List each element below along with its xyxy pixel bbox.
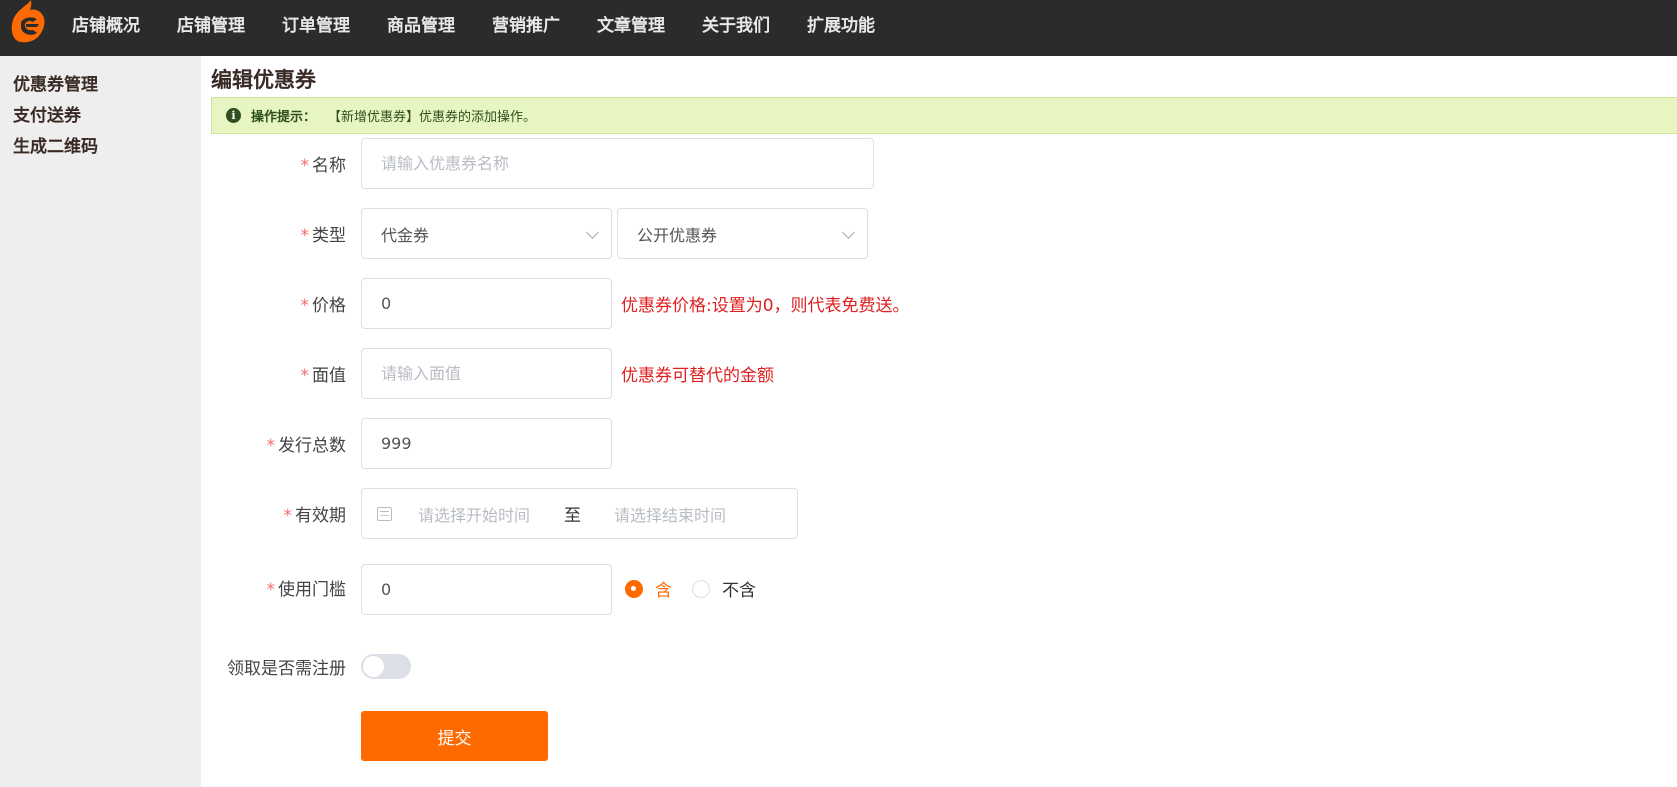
- price-label: * 价格: [300, 296, 347, 316]
- nav-item-product-management[interactable]: 商品管理: [387, 11, 455, 36]
- top-navbar: 店铺概况 店铺管理 订单管理 商品管理 营销推广 文章管理 关于我们 扩展功能: [0, 0, 1677, 56]
- nav-item-article-management[interactable]: 文章管理: [597, 11, 665, 36]
- date-range-separator: 至: [564, 506, 582, 526]
- total-label: * 发行总数: [266, 436, 347, 456]
- nav-item-about-us[interactable]: 关于我们: [702, 11, 770, 36]
- calendar-icon: [377, 506, 392, 521]
- start-date-input[interactable]: 请选择开始时间: [418, 502, 530, 526]
- validity-date-range[interactable]: 请选择开始时间 至 请选择结束时间: [361, 488, 798, 539]
- radio-include[interactable]: 含: [625, 576, 672, 601]
- radio-exclude-label: 不含: [722, 581, 756, 601]
- type-label: * 类型: [300, 226, 347, 246]
- switch-knob: [363, 656, 384, 677]
- coupon-visibility-value: 公开优惠券: [637, 225, 718, 245]
- radio-exclude[interactable]: 不含: [692, 576, 756, 601]
- info-icon: i: [226, 108, 241, 123]
- tip-label: 操作提示：: [251, 110, 317, 125]
- sidebar-item-coupon-management[interactable]: 优惠券管理: [13, 70, 98, 95]
- total-field[interactable]: [361, 418, 612, 469]
- face-value-hint: 优惠券可替代的金额: [621, 366, 774, 386]
- validity-label: * 有效期: [283, 506, 347, 526]
- page-title: 编辑优惠券: [211, 68, 316, 92]
- register-required-switch[interactable]: [361, 654, 411, 679]
- threshold-field[interactable]: [361, 564, 612, 615]
- register-required-label: 领取是否需注册: [227, 659, 346, 679]
- face-value-field[interactable]: [361, 348, 612, 399]
- name-label: * 名称: [300, 156, 347, 176]
- nav-item-extensions[interactable]: 扩展功能: [807, 11, 875, 36]
- coupon-name-field[interactable]: [361, 138, 874, 189]
- coupon-category-select[interactable]: 代金券: [361, 208, 612, 259]
- threshold-label: * 使用门槛: [266, 580, 347, 600]
- radio-include-label: 含: [655, 581, 672, 601]
- price-hint: 优惠券价格:设置为0，则代表免费送。: [621, 296, 910, 316]
- nav-item-store-overview[interactable]: 店铺概况: [72, 11, 140, 36]
- sidebar-item-payment-coupon[interactable]: 支付送券: [13, 101, 81, 126]
- radio-exclude-dot[interactable]: [692, 579, 710, 598]
- coupon-visibility-select[interactable]: 公开优惠券: [617, 208, 868, 259]
- submit-button[interactable]: 提交: [361, 711, 548, 761]
- chevron-down-icon: [586, 226, 599, 239]
- price-input[interactable]: [381, 294, 611, 313]
- chevron-down-icon: [842, 226, 855, 239]
- main-nav: 店铺概况 店铺管理 订单管理 商品管理 营销推广 文章管理 关于我们 扩展功能: [72, 0, 912, 46]
- end-date-input[interactable]: 请选择结束时间: [614, 502, 726, 526]
- total-input[interactable]: [381, 434, 611, 453]
- price-field[interactable]: [361, 278, 612, 329]
- threshold-input[interactable]: [381, 580, 611, 599]
- coupon-name-input[interactable]: [381, 154, 873, 173]
- tip-text: 【新增优惠券】优惠券的添加操作。: [328, 110, 537, 125]
- nav-item-store-management[interactable]: 店铺管理: [177, 11, 245, 36]
- nav-item-marketing[interactable]: 营销推广: [492, 11, 560, 36]
- radio-include-dot[interactable]: [625, 579, 643, 598]
- coupon-category-value: 代金券: [381, 225, 430, 245]
- operation-tip: i 操作提示： 【新增优惠券】优惠券的添加操作。: [211, 97, 1677, 134]
- brand-logo-icon[interactable]: [8, 0, 50, 44]
- nav-item-order-management[interactable]: 订单管理: [282, 11, 350, 36]
- face-value-label: * 面值: [300, 366, 347, 386]
- face-value-input[interactable]: [381, 364, 611, 383]
